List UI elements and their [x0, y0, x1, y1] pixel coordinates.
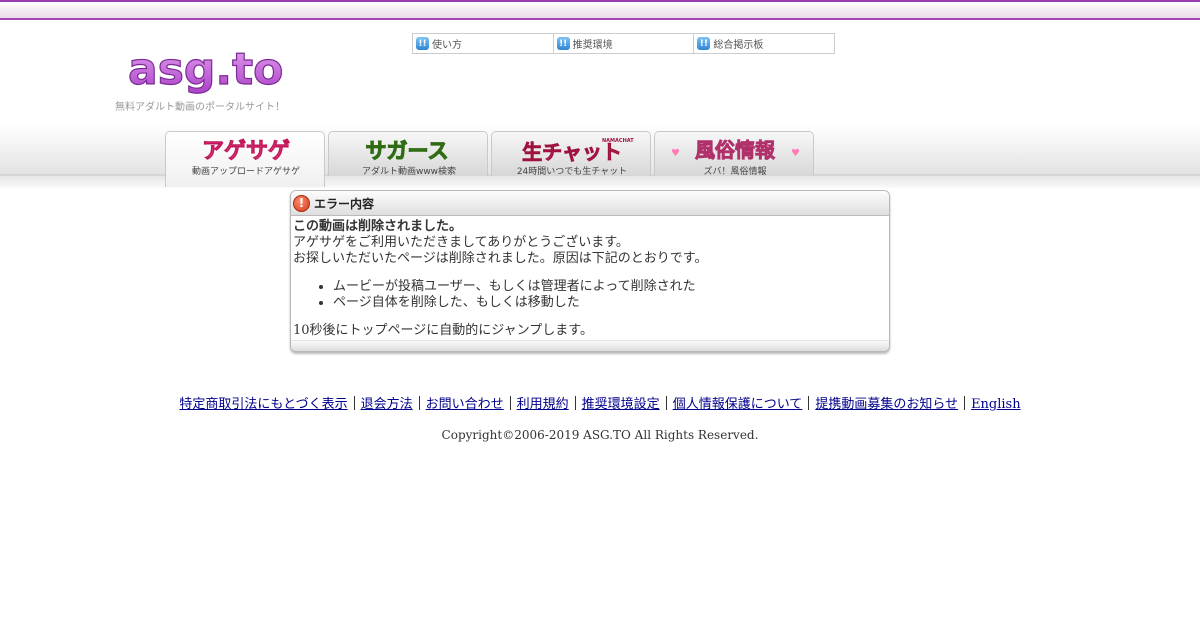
footer-link-contact[interactable]: お問い合わせ [420, 397, 510, 412]
heart-icon: ♥ [791, 148, 800, 159]
svg-text:アゲサゲ: アゲサゲ [202, 139, 290, 164]
list-item: ページ自体を削除した、もしくは移動した [333, 295, 887, 311]
util-link-label: 推奨環境 [572, 40, 613, 51]
tab-fuzoku[interactable]: ♥ 風俗情報 ♥ ズバ！風俗情報 [654, 131, 814, 177]
exclamation-badge-icon: !! [416, 37, 429, 50]
tab-subtitle: ズバ！風俗情報 [703, 167, 767, 177]
top-accent-bar [0, 0, 1200, 20]
footer-link-env-settings[interactable]: 推奨環境設定 [576, 397, 666, 412]
error-panel: ! エラー内容 この動画は削除されました。 アゲサゲをご利用いただきましてありが… [290, 190, 890, 352]
error-panel-header: ! エラー内容 [291, 191, 889, 216]
logo-text: asg.to [128, 44, 283, 95]
tab-subtitle: 動画アップロードアゲサゲ [191, 167, 300, 177]
service-tabs: アゲサゲ 動画アップロードアゲサゲ サガース アダルト動画www検索 生チャット… [165, 131, 814, 187]
svg-text:NAMACHAT: NAMACHAT [602, 138, 634, 144]
tab-subtitle: 24時間いつでも生チャット [516, 167, 628, 177]
util-link-label: 総合掲示板 [713, 40, 764, 51]
footer-link-tokutei[interactable]: 特定商取引法にもとづく表示 [173, 397, 353, 412]
namachat-logo: 生チャット NAMACHAT [522, 138, 635, 164]
error-exclamation-icon: ! [293, 194, 310, 212]
footer-link-privacy[interactable]: 個人情報保護について [667, 397, 809, 412]
utility-nav: !! 使い方 !! 推奨環境 !! 総合掲示板 [412, 33, 835, 54]
list-item: ムービーが投稿ユーザー、もしくは管理者によって削除された [333, 279, 887, 295]
tab-subtitle: アダルト動画www検索 [361, 167, 457, 177]
error-panel-footer [291, 340, 889, 351]
error-line-deleted: お探しいただいたページは削除されました。原因は下記のとおりです。 [293, 251, 708, 266]
copyright: Copyright©2006-2019 ASG.TO All Rights Re… [441, 428, 759, 442]
error-title: エラー内容 [314, 196, 375, 211]
footer-link-terms[interactable]: 利用規約 [511, 397, 575, 412]
error-headline: この動画は削除されました。 [293, 219, 463, 234]
error-reason-list: ムービーが投稿ユーザー、もしくは管理者によって削除された ページ自体を削除した、… [293, 279, 887, 311]
footer-link-english[interactable]: English [965, 397, 1027, 412]
redirect-note: 10秒後にトップページに自動的にジャンプします。 [293, 323, 593, 338]
heart-icon: ♥ [671, 148, 680, 159]
svg-text:風俗情報: 風俗情報 [695, 138, 776, 162]
svg-text:サガース: サガース [366, 139, 449, 163]
util-link-environment[interactable]: !! 推奨環境 [554, 34, 695, 53]
util-link-forum[interactable]: !! 総合掲示板 [694, 34, 834, 53]
tab-sagars[interactable]: サガース アダルト動画www検索 [328, 131, 488, 177]
exclamation-badge-icon: !! [697, 37, 711, 50]
fuzoku-logo: ♥ 風俗情報 ♥ [671, 138, 800, 163]
footer-link-partner[interactable]: 提携動画募集のお知らせ [809, 397, 964, 412]
util-link-label: 使い方 [432, 40, 462, 51]
error-line-thanks: アゲサゲをご利用いただきましてありがとうございます。 [293, 235, 629, 250]
footer-link-withdraw[interactable]: 退会方法 [355, 397, 419, 412]
tab-namachat[interactable]: 生チャット NAMACHAT 24時間いつでも生チャット [491, 131, 651, 177]
error-body: この動画は削除されました。 アゲサゲをご利用いただきましてありがとうございます。… [291, 216, 889, 339]
tagline: 無料アダルト動画のポータルサイト！ [115, 102, 285, 113]
site-logo[interactable]: asg.to [126, 44, 296, 100]
tab-agesage[interactable]: アゲサゲ 動画アップロードアゲサゲ [165, 131, 325, 187]
util-link-howto[interactable]: !! 使い方 [413, 34, 554, 53]
exclamation-badge-icon: !! [556, 37, 570, 50]
footer-links: 特定商取引法にもとづく表示 退会方法 お問い合わせ 利用規約 推奨環境設定 個人情報保護に… [0, 393, 1200, 412]
agesage-logo: アゲサゲ [202, 139, 291, 164]
sagars-logo: サガース [365, 139, 449, 164]
